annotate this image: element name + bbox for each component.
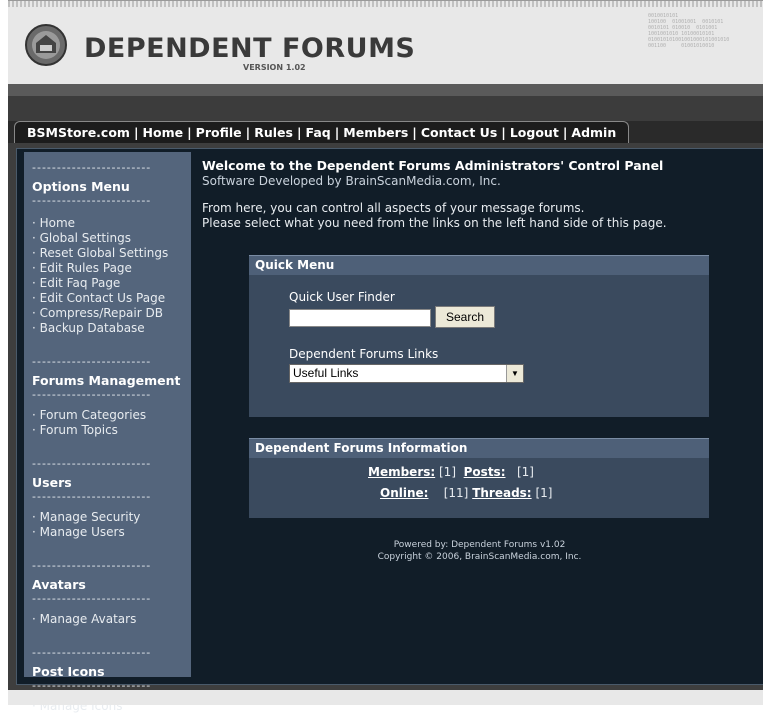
sidebar-divider: ------------------------ [32,560,152,571]
members-count: [1] [439,465,456,479]
intro-text: From here, you can control all aspects o… [202,201,757,231]
sidebar-link-global-settings[interactable]: · Global Settings [32,231,191,246]
main-nav: BSMStore.com | Home | Profile | Rules | Faq | Memb… [14,121,630,144]
nav-profile[interactable]: Profile [196,125,242,140]
chevron-down-icon[interactable]: ▼ [506,365,523,382]
posts-count: [1] [516,465,534,479]
sidebar-link-manage-security[interactable]: · Manage Security [32,510,191,525]
sidebar-link-edit-contact[interactable]: · Edit Contact Us Page [32,291,191,306]
forum-info-panel: Dependent Forums Information Members: [1… [249,438,709,518]
quick-user-finder-input[interactable] [289,309,431,327]
quick-menu-heading: Quick Menu [249,255,709,275]
sidebar-heading-post-icons: Post Icons [32,664,105,679]
binary-decoration: 0010010101 100100 01001001 0010101 0010101… [648,13,730,49]
sidebar-heading-avatars: Avatars [32,577,86,592]
sidebar-link-manage-users[interactable]: · Manage Users [32,525,191,540]
nav-home[interactable]: Home [143,125,184,140]
members-link[interactable]: Members: [368,465,435,479]
sidebar-link-reset-global-settings[interactable]: · Reset Global Settings [32,246,191,261]
threads-link[interactable]: Threads: [472,486,531,500]
sidebar-link-edit-rules[interactable]: · Edit Rules Page [32,261,191,276]
page-footer: Powered by: Dependent Forums v1.02 Copyr… [202,539,757,563]
page-title: Welcome to the Dependent Forums Administ… [202,158,664,173]
nav-rules[interactable]: Rules [254,125,293,140]
search-button[interactable]: Search [435,306,495,328]
site-version: VERSION 1.02 [243,63,306,72]
intro-line-2: Please select what you need from the lin… [202,216,667,230]
logo-icon [25,24,67,66]
nav-members[interactable]: Members [343,125,408,140]
online-count: [11] [443,486,469,500]
nav-faq[interactable]: Faq [306,125,331,140]
forum-info-heading: Dependent Forums Information [249,438,709,458]
page-frame: DEPENDENT FORUMS VERSION 1.02 0010010101… [0,0,763,713]
threads-count: [1] [535,486,553,500]
sidebar-link-home[interactable]: · Home [32,216,191,231]
sidebar-link-forum-categories[interactable]: · Forum Categories [32,408,191,423]
copyright-text: Copyright © 2006, BrainScanMedia.com, In… [377,552,582,562]
sidebar-divider: ------------------------ [32,356,152,367]
intro-line-1: From here, you can control all aspects o… [202,201,585,215]
forum-links-selected: Useful Links [293,366,359,380]
sidebar-heading-users: Users [32,475,72,490]
sidebar-divider: ------------------------ [32,593,152,604]
sidebar-link-compress-db[interactable]: · Compress/Repair DB [32,306,191,321]
sidebar-link-manage-avatars[interactable]: · Manage Avatars [32,612,191,627]
nav-admin[interactable]: Admin [571,125,616,140]
sidebar-link-forum-topics[interactable]: · Forum Topics [32,423,191,438]
sidebar-divider: ------------------------ [32,458,152,469]
sidebar-heading-options: Options Menu [32,179,130,194]
info-row-1: Members: [1] Posts: [1] [368,465,534,479]
online-link[interactable]: Online: [380,486,428,500]
powered-by-text: Powered by: Dependent Forums v1.02 [393,540,566,550]
forum-links-select[interactable]: Useful Links ▼ [289,364,524,383]
forum-links-label: Dependent Forums Links [289,347,439,361]
nav-contact-us[interactable]: Contact Us [421,125,497,140]
sidebar-divider: ------------------------ [32,162,152,173]
admin-sidebar: ------------------------ Options Menu --… [24,152,191,713]
nav-logout[interactable]: Logout [510,125,559,140]
sidebar-link-backup-db[interactable]: · Backup Database [32,321,191,336]
site-title: DEPENDENT FORUMS [84,33,416,64]
sidebar-divider: ------------------------ [32,647,152,658]
sidebar-divider: ------------------------ [32,491,152,502]
header-band [8,96,763,121]
info-row-2: Online: [11] Threads: [1] [380,486,552,500]
sidebar-link-edit-faq[interactable]: · Edit Faq Page [32,276,191,291]
header-divider [8,84,763,96]
nav-bsmstore[interactable]: BSMStore.com [27,125,130,140]
quick-menu-panel: Quick Menu Quick User Finder Search Depe… [249,255,709,417]
posts-link[interactable]: Posts: [464,465,506,479]
site-header: DEPENDENT FORUMS VERSION 1.02 0010010101… [8,0,763,85]
page-subtitle: Software Developed by BrainScanMedia.com… [202,174,501,188]
welcome-section: Welcome to the Dependent Forums Administ… [202,158,757,231]
sidebar-heading-forums: Forums Management [32,373,181,388]
sidebar-divider: ------------------------ [32,195,152,206]
header-stripe [8,1,763,7]
bottom-strip [8,690,763,705]
quick-user-finder-label: Quick User Finder [289,290,395,304]
sidebar-divider: ------------------------ [32,389,152,400]
